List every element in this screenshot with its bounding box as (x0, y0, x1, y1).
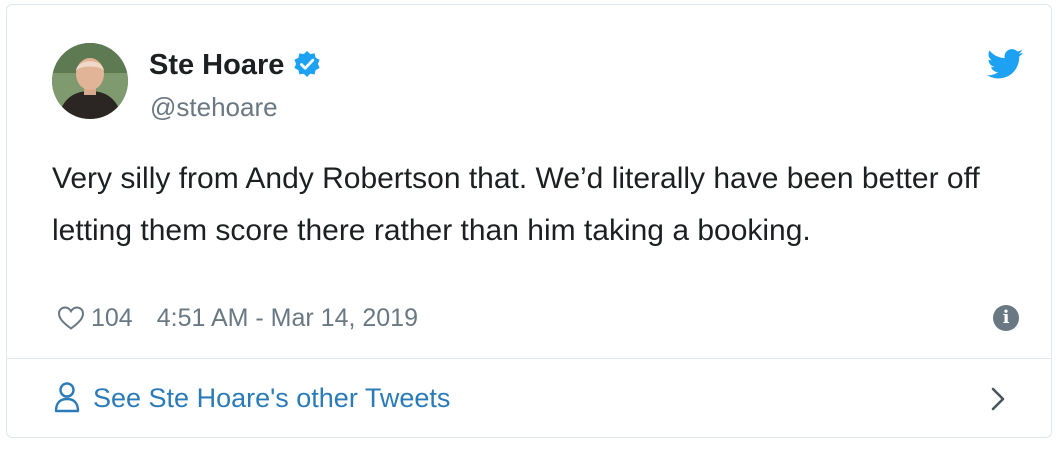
tweet-text: Very silly from Andy Robertson that. We’… (52, 162, 980, 247)
display-name[interactable]: Ste Hoare (149, 47, 284, 83)
heart-icon[interactable] (57, 305, 85, 331)
author-name-row: Ste Hoare (149, 47, 322, 83)
avatar[interactable] (52, 43, 128, 119)
chevron-right-icon[interactable] (990, 386, 1006, 412)
tweet-timestamp[interactable]: 4:51 AM - Mar 14, 2019 (157, 301, 418, 335)
user-handle[interactable]: @stehoare (150, 91, 278, 123)
see-other-tweets-link[interactable]: See Ste Hoare's other Tweets (6, 359, 1052, 437)
verified-badge-icon (292, 50, 322, 80)
info-icon[interactable]: i (993, 305, 1019, 331)
tweet-meta: 104 4:51 AM - Mar 14, 2019 (57, 301, 418, 335)
twitter-bird-icon[interactable] (987, 49, 1023, 79)
see-other-tweets-label[interactable]: See Ste Hoare's other Tweets (93, 380, 450, 416)
person-icon (54, 381, 80, 413)
like-count[interactable]: 104 (91, 301, 133, 335)
